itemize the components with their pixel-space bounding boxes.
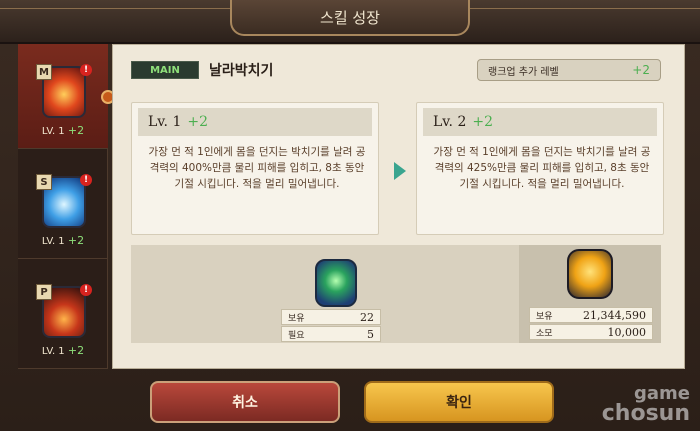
current-level-label: Lv. 1 [148,114,182,130]
alert-icon: ! [80,284,92,296]
skill-level-plus: +2 [67,124,85,137]
rankup-label: 랭크업 추가 레벨 [488,66,559,78]
material-have-label: 보유 [288,313,305,324]
skill-type-badge: S [36,174,52,190]
rankup-value: +2 [632,63,650,77]
gold-coin-icon[interactable] [567,249,613,299]
main-tag: MAIN [131,61,199,79]
skill-level: LV. 1 +2 [18,124,108,137]
material-need-row: 필요 5 [281,326,381,342]
material-resource: 보유 22 필요 5 [281,253,381,342]
current-level-header: Lv. 1 +2 [138,108,372,136]
title-ornament-right [450,8,700,22]
sidebar-item-sub-skill[interactable]: S ! LV. 1 +2 [18,154,108,259]
resource-area: 보유 22 필요 5 보유 21,344,590 소모 10,000 [131,245,661,343]
arrow-right-icon [394,162,406,180]
sidebar-item-passive-skill[interactable]: P ! LV. 1 +2 [18,264,108,369]
current-level-card: Lv. 1 +2 가장 먼 적 1인에게 몸을 던지는 박치기를 날려 공격력의… [131,102,379,235]
skill-type-badge: M [36,64,52,80]
skill-level-plus: +2 [67,344,85,357]
watermark-logo: game chosun [602,385,690,425]
skill-name: 날라박치기 [209,63,274,79]
next-level-plus: +2 [472,114,493,130]
gold-cost-row: 소모 10,000 [529,324,653,340]
title-bar: 스킬 성장 [0,0,700,44]
gold-cost-value: 10,000 [607,325,647,339]
next-level-label: Lv. 2 [433,114,467,130]
skill-header: MAIN 날라박치기 [131,59,273,81]
material-have-row: 보유 22 [281,309,381,325]
current-level-plus: +2 [187,114,208,130]
scroll-gem-icon[interactable] [315,259,357,307]
watermark-line2: chosun [601,401,690,426]
skill-sidebar: M ! LV. 1 +2 S ! LV. 1 +2 P ! LV. 1 +2 [18,44,108,369]
skill-level: LV. 1 +2 [18,234,108,247]
next-level-card: Lv. 2 +2 가장 먼 적 1인에게 몸을 던지는 박치기를 날려 공격력의… [416,102,664,235]
title-ornament-left [0,8,250,22]
skill-type-badge: P [36,284,52,300]
material-need-value: 5 [367,327,374,341]
material-have-value: 22 [360,310,374,324]
next-level-description: 가장 먼 적 1인에게 몸을 던지는 박치기를 날려 공격력의 425%만큼 물… [433,146,651,190]
skill-level-text: LV. 1 [41,236,65,247]
skill-level-text: LV. 1 [41,346,65,357]
next-level-header: Lv. 2 +2 [423,108,657,136]
confirm-button[interactable]: 확인 [364,381,554,423]
rankup-extra-level: 랭크업 추가 레벨 +2 [477,59,661,81]
cancel-button[interactable]: 취소 [150,381,340,423]
skill-level: LV. 1 +2 [18,344,108,357]
skill-level-plus: +2 [67,234,85,247]
material-need-label: 필요 [288,330,305,341]
alert-icon: ! [80,64,92,76]
alert-icon: ! [80,174,92,186]
skill-detail-panel: MAIN 날라박치기 랭크업 추가 레벨 +2 Lv. 1 +2 가장 먼 적 … [112,44,685,369]
sidebar-item-main-skill[interactable]: M ! LV. 1 +2 [18,44,108,149]
gold-cost-label: 소모 [536,328,553,339]
skill-level-text: LV. 1 [41,126,65,137]
window-title: 스킬 성장 [230,0,470,36]
gold-resource: 보유 21,344,590 소모 10,000 [519,245,661,343]
gold-have-label: 보유 [536,311,553,322]
skill-growth-window: 스킬 성장 M ! LV. 1 +2 S ! LV. 1 +2 P ! LV. … [0,0,700,431]
gold-have-row: 보유 21,344,590 [529,307,653,323]
gold-have-value: 21,344,590 [583,308,646,322]
current-level-description: 가장 먼 적 1인에게 몸을 던지는 박치기를 날려 공격력의 400%만큼 물… [148,146,366,190]
